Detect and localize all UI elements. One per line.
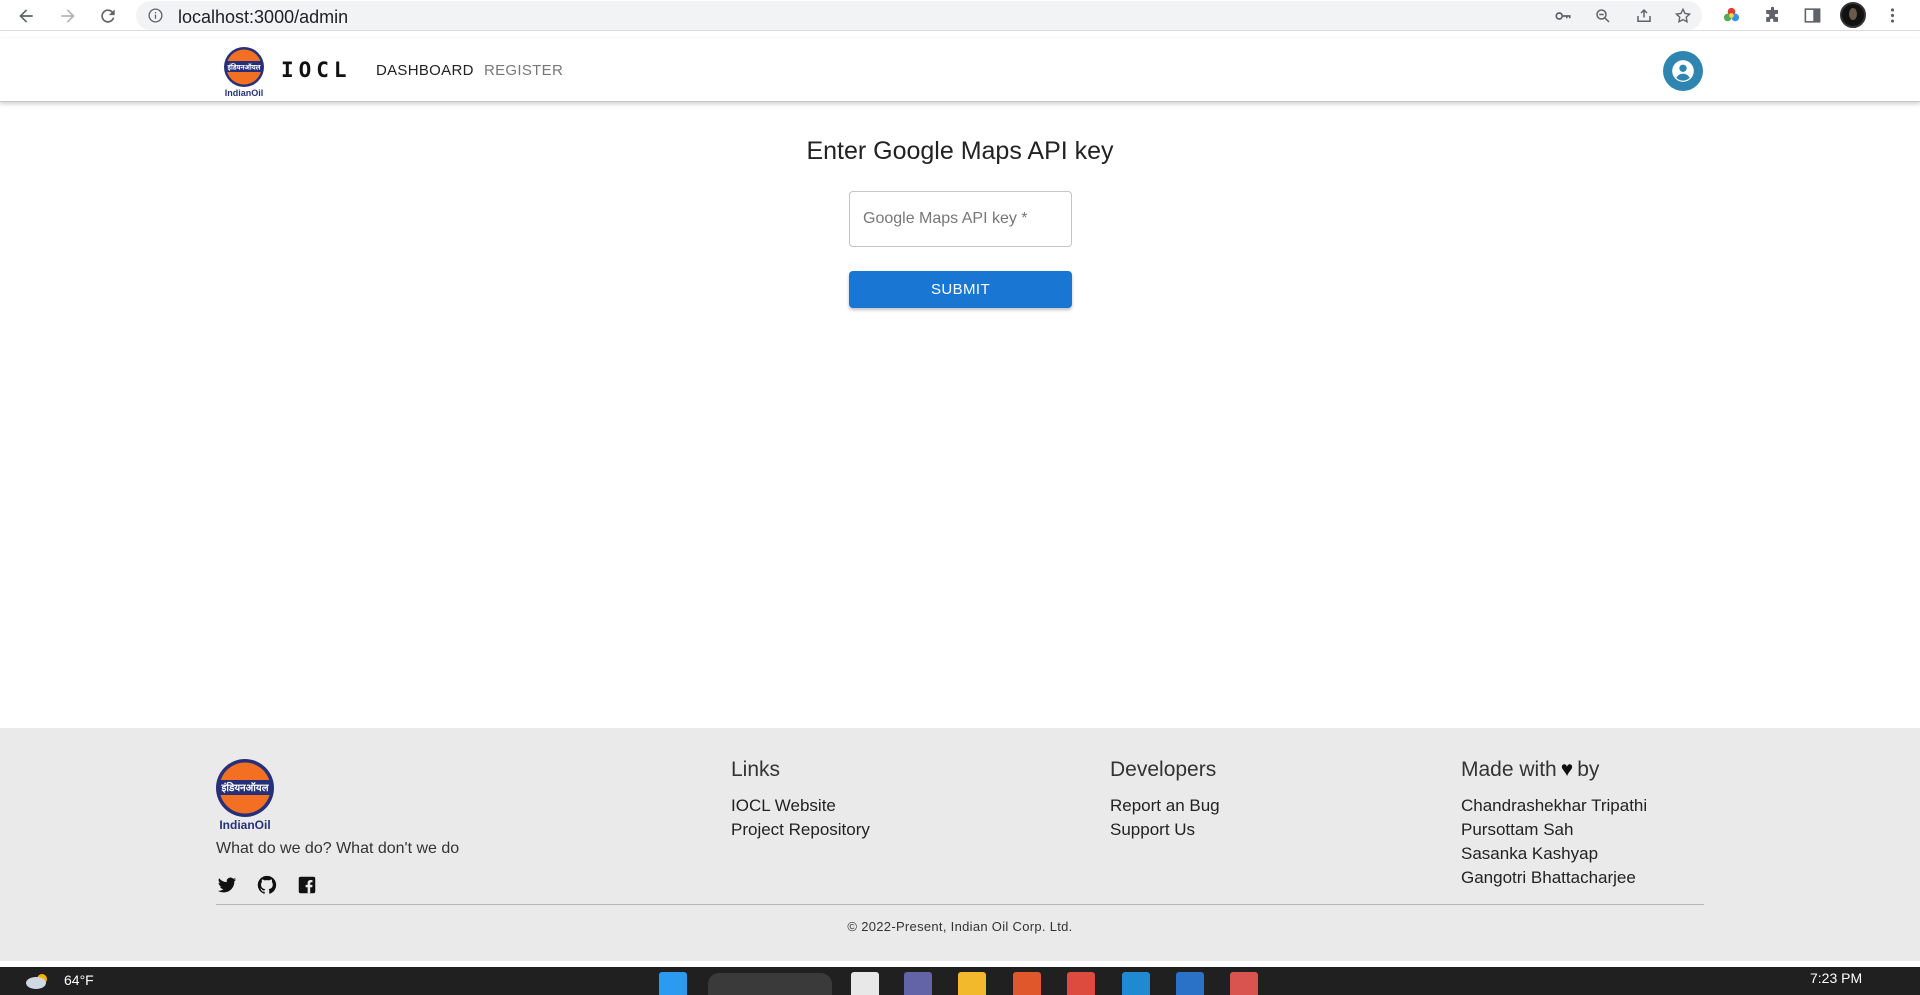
indianoil-logo[interactable]: इंडियनऑयल IndianOil xyxy=(222,46,266,98)
start-button[interactable] xyxy=(659,972,687,995)
arrow-left-icon xyxy=(19,9,33,23)
twitter-link[interactable] xyxy=(216,874,240,898)
weather-cloud-icon[interactable] xyxy=(24,971,54,989)
clock-time[interactable]: 7:23 PM xyxy=(1810,970,1862,986)
heart-icon: ♥ xyxy=(1560,758,1574,781)
footer-developers-title: Developers xyxy=(1110,758,1217,781)
account-circle-icon xyxy=(1672,60,1694,82)
file-explorer-icon[interactable] xyxy=(958,972,986,995)
back-button[interactable] xyxy=(12,2,40,30)
chrome-icon[interactable] xyxy=(1067,972,1095,995)
report-bug-link[interactable]: Report an Bug xyxy=(1110,794,1220,818)
app-header: इंडियनऑयल IndianOil IOCL DASHBOARD REGIS… xyxy=(0,38,1920,102)
made-with-text: Made with xyxy=(1461,758,1557,781)
svg-text:IndianOil: IndianOil xyxy=(225,88,264,98)
author-name: Gangotri Bhattacharjee xyxy=(1461,868,1636,887)
iocl-website-link[interactable]: IOCL Website xyxy=(731,794,870,818)
support-us-link[interactable]: Support Us xyxy=(1110,818,1220,842)
footer-developers-column: Developers Report an Bug Support Us xyxy=(1110,758,1220,842)
office-icon[interactable] xyxy=(1013,972,1041,995)
key-icon[interactable] xyxy=(1552,5,1574,27)
weather-temperature[interactable]: 64°F xyxy=(64,972,94,988)
browser-toolbar: localhost:3000/admin xyxy=(0,0,1920,31)
share-icon[interactable] xyxy=(1633,5,1655,27)
api-key-input[interactable] xyxy=(850,192,1071,246)
zoom-out-icon[interactable] xyxy=(1592,5,1614,27)
author-name: Chandrashekhar Tripathi xyxy=(1461,796,1648,815)
api-key-field[interactable] xyxy=(849,191,1072,247)
forward-button[interactable] xyxy=(54,2,82,30)
footer-made-with-column: Made with ♥ by Chandrashekhar Tripathi Pur… xyxy=(1461,758,1647,890)
page-title: Enter Google Maps API key xyxy=(806,137,1114,165)
facebook-icon xyxy=(298,876,316,894)
made-with-by-text: by xyxy=(1577,758,1600,781)
github-icon xyxy=(257,875,277,894)
footer-divider xyxy=(216,904,1704,905)
profile-avatar[interactable] xyxy=(1840,2,1866,28)
snipping-tool-icon[interactable] xyxy=(1230,972,1258,995)
reload-button[interactable] xyxy=(94,2,122,30)
github-link[interactable] xyxy=(256,874,280,898)
footer: इंडियनऑयल IndianOil What do we do? What … xyxy=(0,728,1920,961)
info-icon[interactable] xyxy=(148,8,163,23)
svg-text:इंडियनऑयल: इंडियनऑयल xyxy=(227,63,261,72)
color-extension-icon[interactable] xyxy=(1719,3,1743,27)
taskbar-search[interactable] xyxy=(708,973,832,995)
author-name: Pursottam Sah xyxy=(1461,820,1574,839)
svg-text:IndianOil: IndianOil xyxy=(219,818,270,830)
arrow-right-icon xyxy=(61,9,75,23)
teams-icon[interactable] xyxy=(904,972,932,995)
submit-button[interactable]: SUBMIT xyxy=(849,271,1072,308)
copyright-text: © 2022-Present, Indian Oil Corp. Ltd. xyxy=(847,919,1073,934)
side-panel-icon[interactable] xyxy=(1800,3,1824,27)
more-menu-icon[interactable] xyxy=(1880,3,1904,27)
vscode-icon[interactable] xyxy=(1122,972,1150,995)
extensions-puzzle-icon[interactable] xyxy=(1760,3,1784,27)
author-name: Sasanka Kashyap xyxy=(1461,844,1599,863)
project-repository-link[interactable]: Project Repository xyxy=(731,818,870,842)
footer-indianoil-logo[interactable]: इंडियनऑयल IndianOil xyxy=(214,758,276,830)
footer-links-title: Links xyxy=(731,758,781,781)
nav-dashboard[interactable]: DASHBOARD xyxy=(376,62,474,79)
task-view-icon[interactable] xyxy=(851,972,879,995)
reload-icon xyxy=(101,9,115,23)
brand-title[interactable]: IOCL xyxy=(281,58,352,82)
footer-made-with-title: Made with ♥ by xyxy=(1461,758,1647,782)
mail-icon[interactable] xyxy=(1176,972,1204,995)
nav-register[interactable]: REGISTER xyxy=(484,62,563,79)
bookmark-star-icon[interactable] xyxy=(1672,5,1694,27)
svg-text:इंडियनऑयल: इंडियनऑयल xyxy=(220,781,269,794)
footer-tagline: What do we do? What don't we do xyxy=(216,840,460,857)
twitter-icon xyxy=(217,877,237,893)
account-button[interactable] xyxy=(1663,51,1703,91)
os-taskbar: 64°F 7:23 PM xyxy=(0,967,1920,995)
url-text[interactable]: localhost:3000/admin xyxy=(178,7,348,28)
facebook-link[interactable] xyxy=(296,874,320,898)
address-bar[interactable]: localhost:3000/admin xyxy=(136,1,1702,30)
footer-links-column: Links IOCL Website Project Repository xyxy=(731,758,870,842)
